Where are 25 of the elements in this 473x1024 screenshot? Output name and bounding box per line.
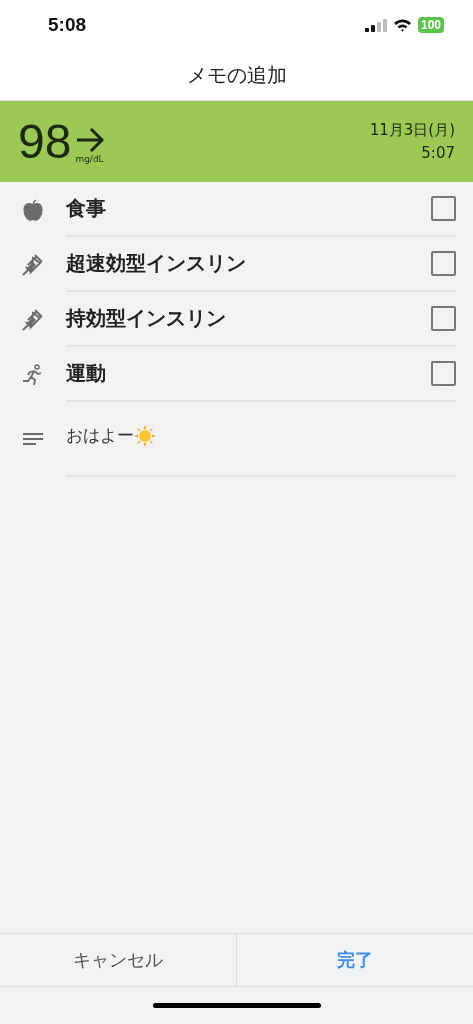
reading-time: 5:07 (421, 144, 455, 162)
glucose-value: 98 (18, 114, 72, 169)
note-text: おはよー (66, 424, 134, 447)
unit-label: mg/dL (75, 153, 104, 164)
category-label: 運動 (66, 360, 106, 387)
checkbox[interactable] (431, 251, 456, 276)
apple-icon (23, 198, 43, 221)
checkbox[interactable] (431, 196, 456, 221)
category-label: 持効型インスリン (66, 305, 226, 332)
wifi-icon (392, 18, 412, 32)
checkbox[interactable] (431, 306, 456, 331)
note-lines-icon (23, 432, 43, 446)
signal-icon (364, 18, 387, 32)
battery-level: 100 (417, 17, 444, 33)
screen-title: メモの追加 (186, 61, 287, 89)
category-label: 超速効型インスリン (66, 250, 246, 277)
sun-icon (134, 424, 156, 447)
runner-icon (22, 363, 44, 386)
syringe-icon (22, 308, 44, 331)
reading-date: 11月3日(月) (369, 121, 455, 140)
arrow-right-icon (75, 125, 106, 154)
checkbox[interactable] (431, 361, 456, 386)
category-label: 食事 (66, 195, 106, 222)
status-time: 5:08 (48, 14, 87, 36)
syringe-icon (22, 253, 44, 276)
